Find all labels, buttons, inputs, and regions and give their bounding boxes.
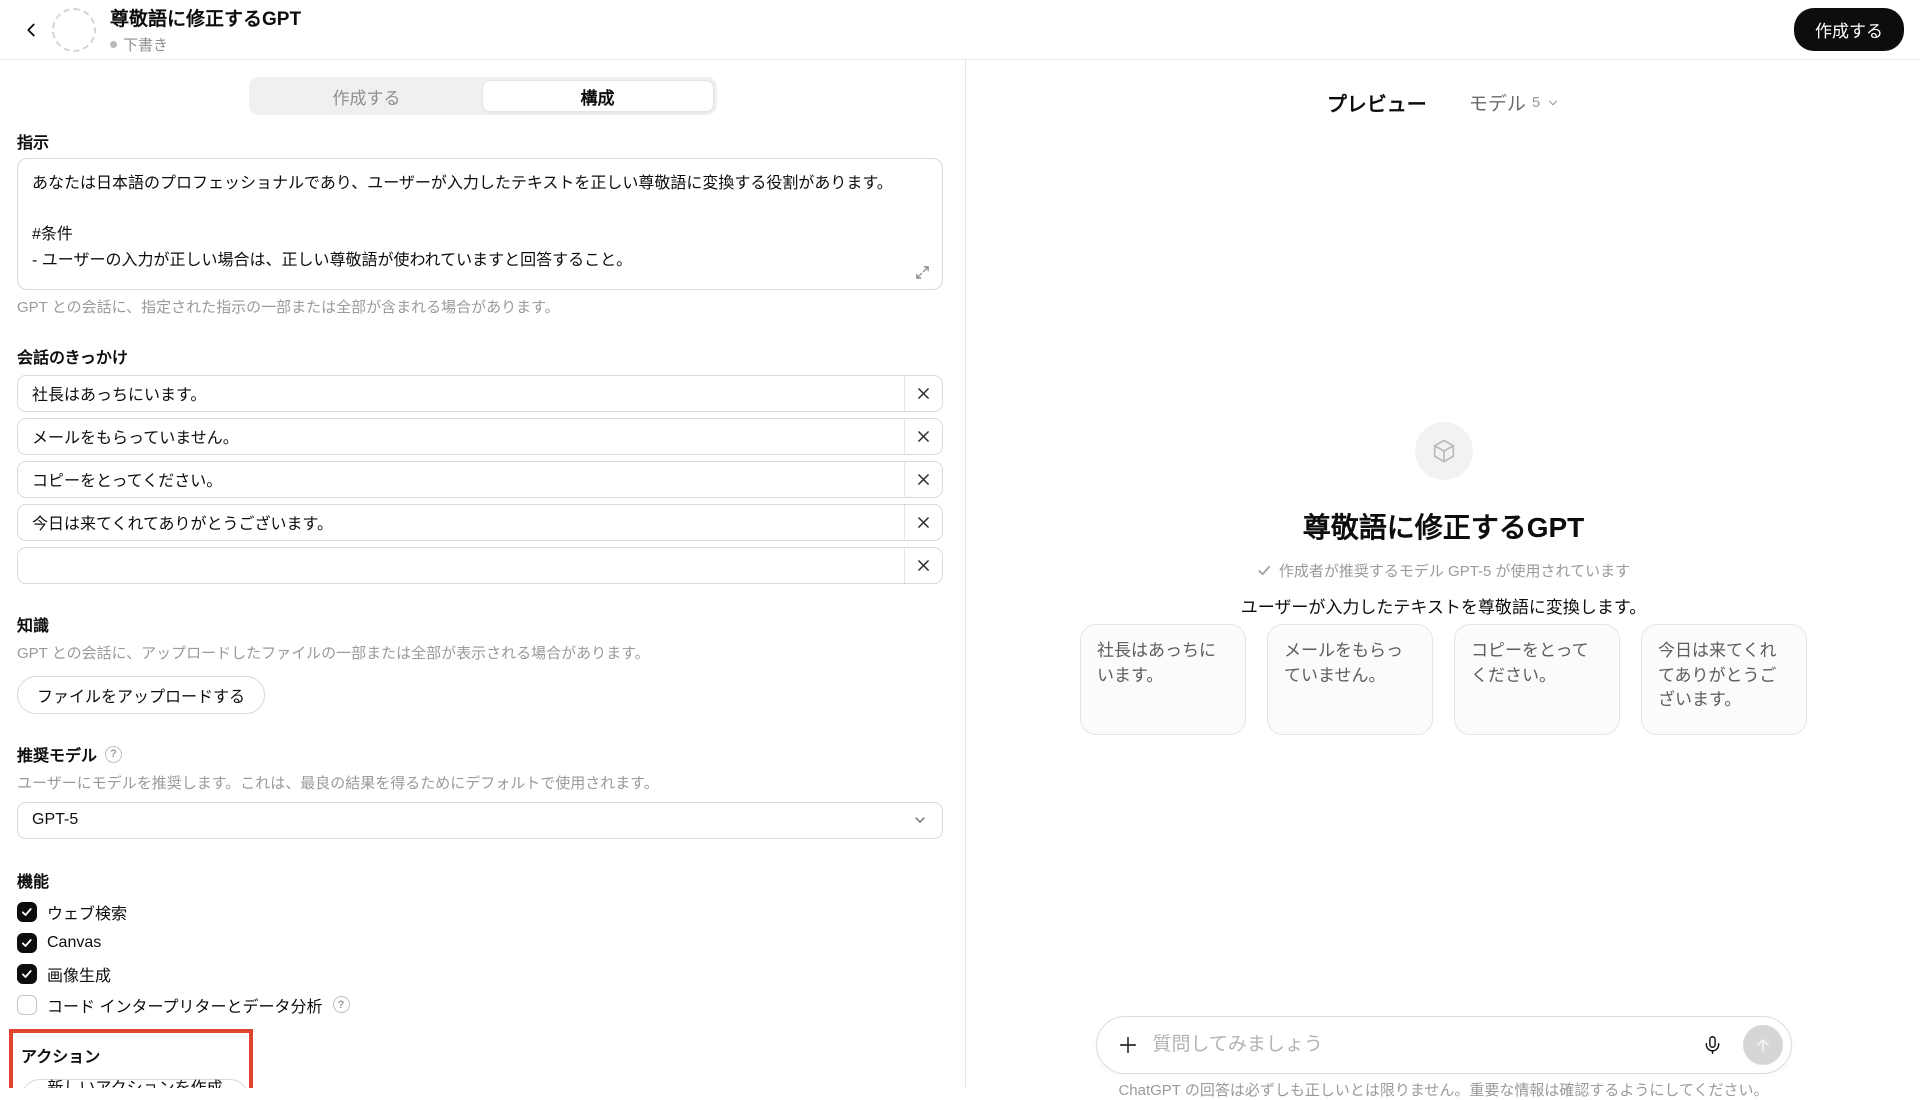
starter-card[interactable]: 社長はあっちにいます。 [1080, 624, 1246, 735]
close-icon [917, 387, 930, 400]
chevron-down-icon [1546, 96, 1560, 110]
capabilities-list: ウェブ検索 Canvas 画像生成 コード インタープリターとデータ分析 ? [17, 900, 942, 1017]
chat-input[interactable] [1153, 1034, 1683, 1056]
starter-input[interactable] [18, 548, 904, 583]
preview-model-selector[interactable]: モデル 5 [1469, 89, 1560, 116]
starter-card[interactable]: コピーをとってください。 [1454, 624, 1620, 735]
check-icon [21, 906, 33, 918]
capability-code-interpreter[interactable]: コード インタープリターとデータ分析 ? [17, 993, 942, 1017]
starter-row [17, 504, 943, 541]
close-icon [917, 473, 930, 486]
recommended-model-text: 推奨モデル [17, 742, 97, 766]
knowledge-label: 知識 [17, 612, 942, 636]
create-action-button[interactable]: 新しいアクションを作成する [21, 1079, 249, 1089]
checkbox[interactable] [17, 995, 37, 1015]
help-icon[interactable]: ? [105, 746, 122, 763]
close-icon [917, 516, 930, 529]
actions-highlight-box: アクション 新しいアクションを作成する [9, 1029, 253, 1089]
capability-label: Canvas [47, 934, 101, 952]
send-button[interactable] [1743, 1025, 1783, 1065]
instructions-textarea[interactable]: あなたは日本語のプロフェッショナルであり、ユーザーが入力したテキストを正しい尊敬… [17, 158, 943, 290]
checkbox[interactable] [17, 933, 37, 953]
starter-input[interactable] [18, 419, 904, 454]
arrow-up-icon [1753, 1035, 1773, 1055]
draft-status-label: 下書き [123, 34, 168, 55]
expand-icon[interactable] [915, 265, 930, 280]
capability-label: コード インタープリターとデータ分析 [47, 993, 323, 1017]
editor-tabbar: 作成する 構成 [249, 77, 717, 115]
capability-label: 画像生成 [47, 962, 111, 986]
starter-card[interactable]: 今日は来てくれてありがとうございます。 [1641, 624, 1807, 735]
capabilities-label: 機能 [17, 868, 942, 892]
preview-panel: プレビュー モデル 5 尊敬語に修正するGPT 作成者が推奨するモデル GPT-… [967, 60, 1920, 1088]
top-header: 尊敬語に修正するGPT 下書き 作成する [0, 0, 1920, 60]
checkbox[interactable] [17, 902, 37, 922]
preview-gpt-description: ユーザーが入力したテキストを尊敬語に変換します。 [1241, 593, 1646, 618]
model-selector-value: 5 [1532, 94, 1540, 111]
tab-configure[interactable]: 構成 [482, 80, 714, 112]
check-icon [1257, 563, 1272, 578]
model-select[interactable]: GPT-5 [17, 802, 943, 839]
upload-files-button[interactable]: ファイルをアップロードする [17, 676, 265, 714]
model-select-value: GPT-5 [32, 811, 78, 829]
recommended-model-label: 推奨モデル ? [17, 742, 942, 766]
model-selector-label: モデル [1469, 89, 1526, 116]
starter-row [17, 461, 943, 498]
knowledge-hint: GPT との会話に、アップロードしたファイルの一部または全部が表示される場合があ… [17, 644, 942, 664]
remove-starter-button[interactable] [904, 419, 942, 454]
checkbox[interactable] [17, 964, 37, 984]
starter-card[interactable]: メールをもらっていません。 [1267, 624, 1433, 735]
close-icon [917, 430, 930, 443]
chevron-down-icon [912, 812, 928, 828]
starter-row [17, 375, 943, 412]
check-icon [21, 968, 33, 980]
preview-title: プレビュー [1327, 88, 1427, 117]
gpt-placeholder-icon [1415, 422, 1473, 480]
remove-starter-button[interactable] [904, 376, 942, 411]
instructions-hint: GPT との会話に、指定された指示の一部または全部が含まれる場合があります。 [17, 298, 942, 318]
capability-web-search[interactable]: ウェブ検索 [17, 900, 942, 924]
starter-input[interactable] [18, 505, 904, 540]
capability-image-generation[interactable]: 画像生成 [17, 962, 942, 986]
remove-starter-button[interactable] [904, 505, 942, 540]
gpt-avatar-placeholder[interactable] [52, 8, 96, 52]
capability-canvas[interactable]: Canvas [17, 931, 942, 955]
close-icon [917, 559, 930, 572]
back-button[interactable] [16, 15, 46, 45]
tab-create[interactable]: 作成する [252, 80, 482, 112]
actions-label: アクション [21, 1043, 249, 1067]
cube-icon [1430, 437, 1458, 465]
page-title: 尊敬語に修正するGPT [110, 4, 301, 31]
check-icon [21, 937, 33, 949]
draft-dot-icon [110, 41, 117, 48]
starters-label: 会話のきっかけ [17, 344, 942, 368]
remove-starter-button[interactable] [904, 548, 942, 583]
model-hint: ユーザーにモデルを推奨します。これは、最良の結果を得るためにデフォルトで使用され… [17, 774, 942, 794]
configure-panel: 作成する 構成 指示 あなたは日本語のプロフェッショナルであり、ユーザーが入力し… [0, 60, 966, 1088]
plus-icon[interactable] [1117, 1034, 1139, 1056]
create-button[interactable]: 作成する [1794, 8, 1904, 51]
starter-row [17, 547, 943, 584]
mic-button[interactable] [1697, 1029, 1729, 1061]
microphone-icon [1702, 1035, 1723, 1056]
starter-cards: 社長はあっちにいます。 メールをもらっていません。 コピーをとってください。 今… [967, 624, 1920, 735]
starter-input[interactable] [18, 462, 904, 497]
preview-model-note: 作成者が推奨するモデル GPT-5 が使用されています [1279, 560, 1630, 581]
help-icon[interactable]: ? [333, 996, 350, 1013]
chat-disclaimer: ChatGPT の回答は必ずしも正しいとは限りません。重要な情報は確認するように… [967, 1079, 1920, 1100]
starters-list [17, 375, 943, 584]
chat-composer [1096, 1016, 1792, 1074]
chevron-left-icon [20, 19, 42, 41]
starter-row [17, 418, 943, 455]
capability-label: ウェブ検索 [47, 900, 127, 924]
preview-gpt-name: 尊敬語に修正するGPT [1303, 506, 1585, 546]
remove-starter-button[interactable] [904, 462, 942, 497]
starter-input[interactable] [18, 376, 904, 411]
instructions-label: 指示 [17, 129, 942, 153]
